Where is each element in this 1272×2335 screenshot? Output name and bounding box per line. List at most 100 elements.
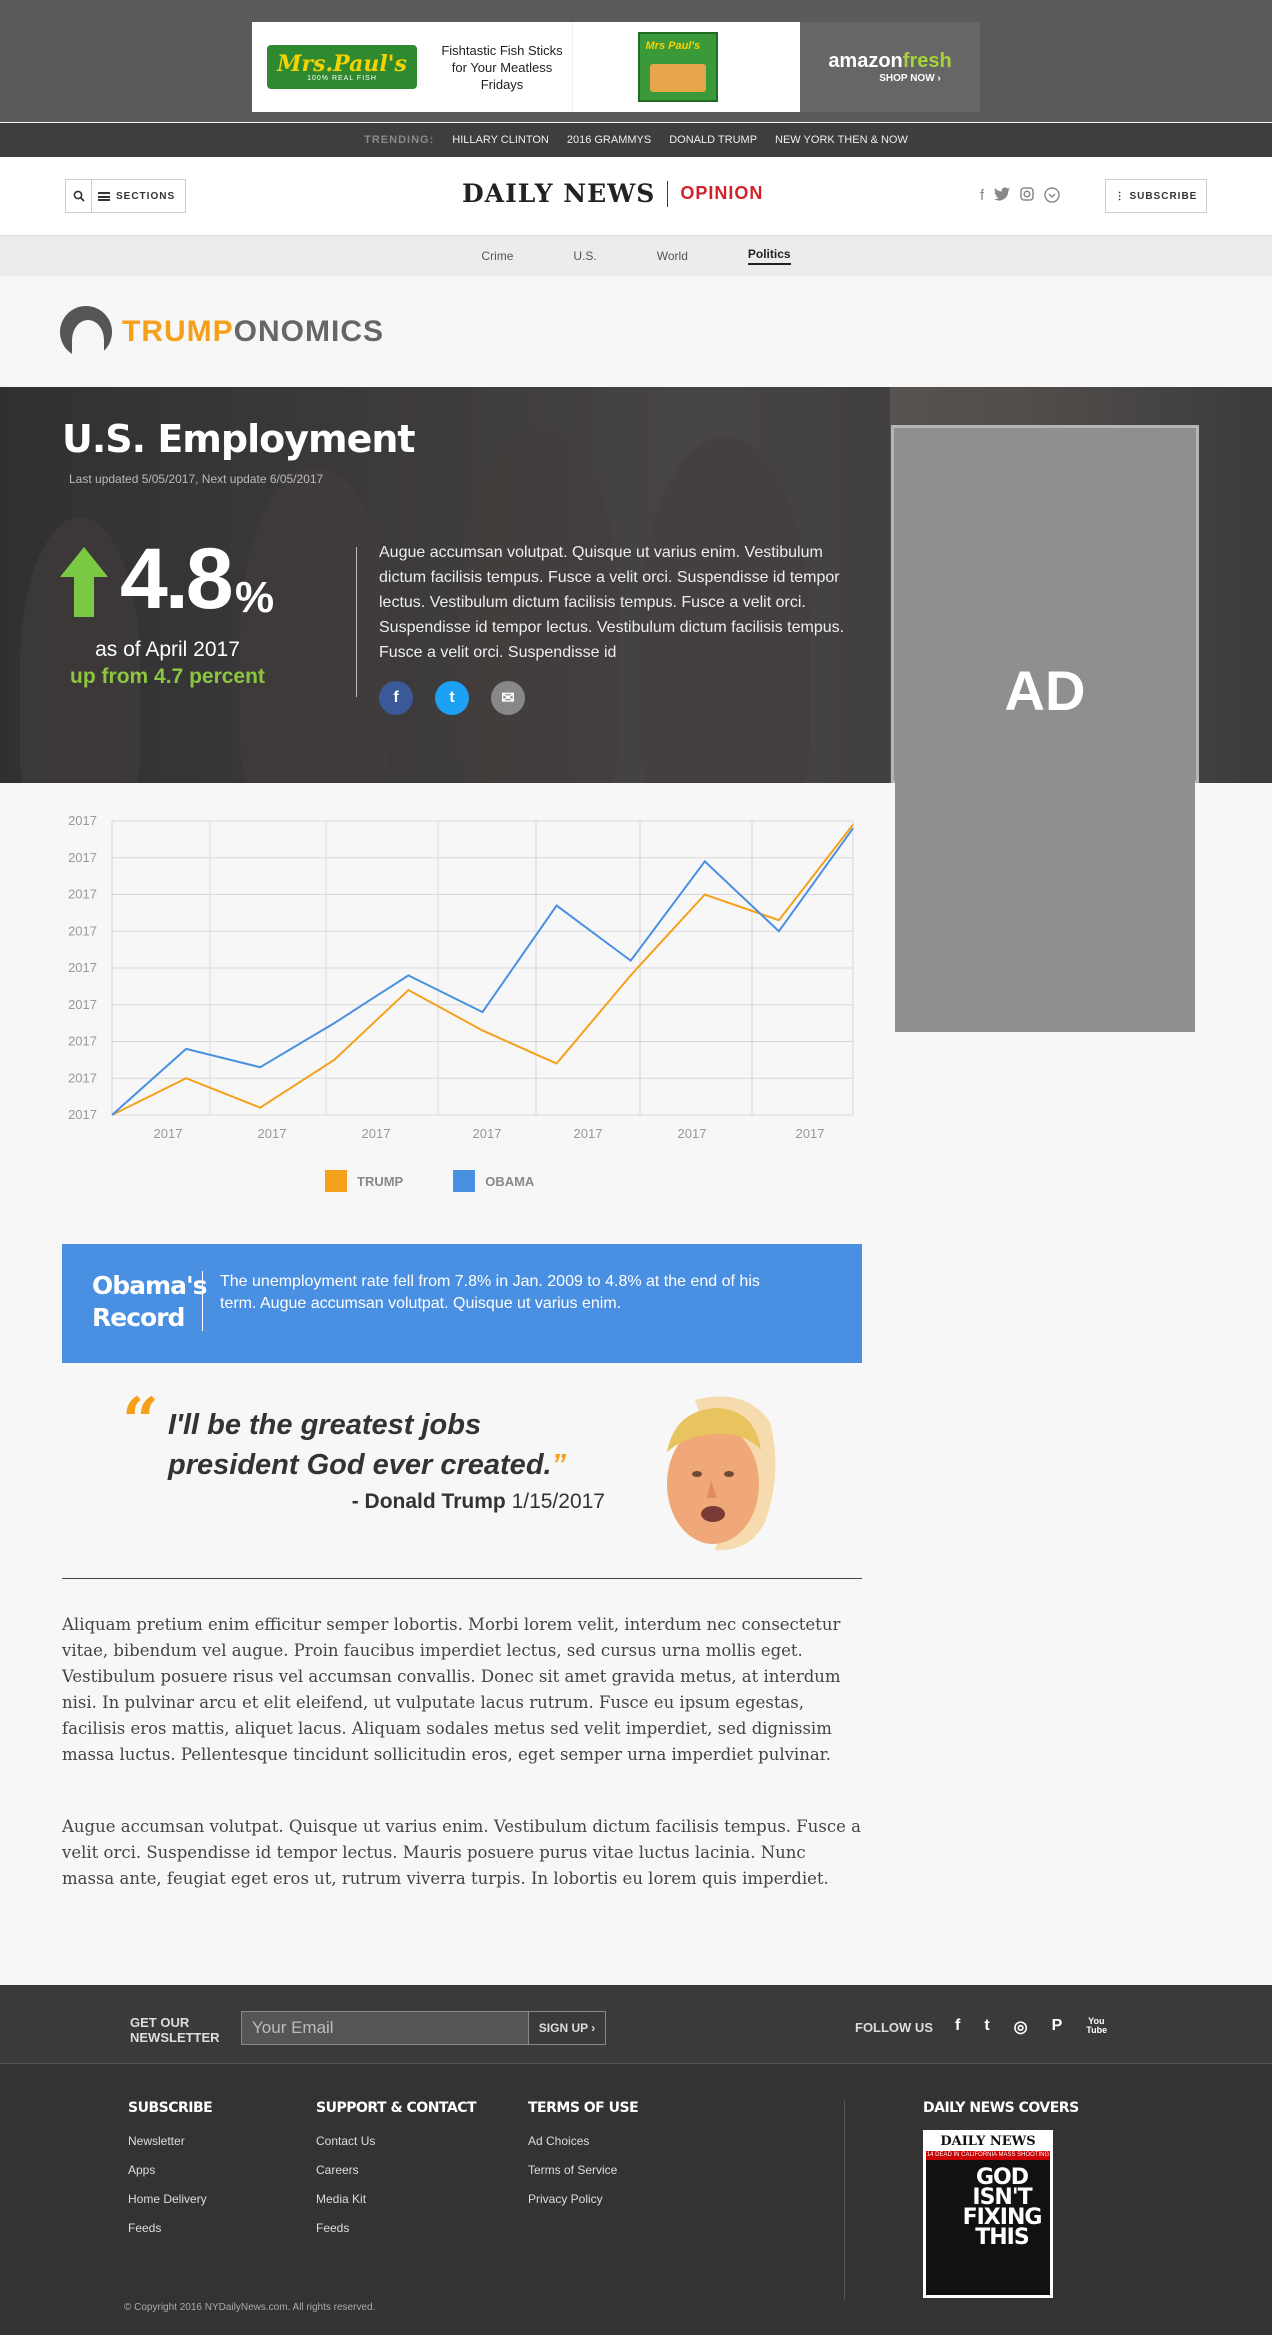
y-tick-label: 2017 — [68, 1034, 97, 1049]
footer-column-terms: TERMS OF USE Ad Choices Terms of Service… — [528, 2100, 639, 2221]
share-buttons: f t ✉ — [379, 681, 525, 715]
twitter-share-icon[interactable]: t — [435, 681, 469, 715]
quote-author: - Donald Trump — [351, 1490, 506, 1513]
nav-item-politics[interactable]: Politics — [747, 247, 791, 265]
subscribe-label: SUBSCRIBE — [1129, 190, 1198, 202]
facebook-icon[interactable]: f — [955, 2017, 960, 2037]
y-tick-label: 2017 — [68, 887, 97, 902]
footer-divider — [844, 2100, 845, 2300]
legend-swatch — [453, 1170, 476, 1192]
instagram-icon[interactable] — [1020, 187, 1034, 207]
legend-item[interactable]: OBAMA — [453, 1170, 534, 1192]
sections-button[interactable]: SECTIONS — [65, 179, 187, 213]
newsletter-label: GET OUR NEWSLETTER — [130, 2015, 220, 2045]
signup-button[interactable]: SIGN UP › — [528, 2011, 606, 2045]
footer-link[interactable]: Careers — [316, 2163, 476, 2177]
cover-headline: GOD ISN'T FIXING THIS — [962, 2165, 1043, 2250]
footer-link[interactable]: Terms of Service — [528, 2163, 638, 2177]
footer-column-subscribe: SUBSCRIBE Newsletter Apps Home Delivery … — [128, 2100, 213, 2250]
section-nav: Crime U.S. World Politics — [0, 236, 1272, 276]
chevron-down-icon[interactable] — [1044, 187, 1060, 207]
record-body: The unemployment rate fell from 7.8% in … — [220, 1273, 760, 1312]
ad-label: AD — [1004, 659, 1086, 722]
footer-link[interactable]: Privacy Policy — [528, 2192, 638, 2206]
subscribe-button[interactable]: ⋮ SUBSCRIBE — [1105, 179, 1207, 213]
youtube-icon[interactable]: You Tube — [1086, 2017, 1107, 2037]
ad-banner[interactable]: Mrs.Paul's 100% REAL FISH Fishtastic Fis… — [252, 22, 980, 112]
footer-link[interactable]: Contact Us — [316, 2134, 476, 2148]
employment-chart: 2017 2017 2017 2017 2017 2017 2017 2017 2017 2017… — [0, 800, 880, 1200]
menu-icon — [98, 191, 110, 201]
quote-open-mark: “ — [122, 1384, 159, 1459]
footer-link[interactable]: Home Delivery — [128, 2192, 212, 2206]
hero-unit: % — [235, 573, 275, 622]
site-logo[interactable]: DAILY NEWS OPINION — [462, 179, 763, 208]
footer-link[interactable]: Apps — [128, 2163, 212, 2177]
ad-amazon-panel[interactable]: amazonfresh SHOP NOW › — [800, 22, 980, 112]
section-title: OPINION — [680, 183, 764, 203]
ad-brand-sub: 100% REAL FISH — [307, 74, 377, 82]
facebook-share-icon[interactable]: f — [379, 681, 413, 715]
x-tick-label: 2017 — [473, 1126, 502, 1141]
daily-news-logo: DAILY NEWS — [462, 179, 656, 208]
footer-link[interactable]: Ad Choices — [528, 2134, 638, 2148]
obama-record-box: Obama's Record The unemployment rate fell… — [62, 1244, 862, 1363]
footer-link[interactable]: Feeds — [316, 2221, 476, 2235]
nav-item-us[interactable]: U.S. — [573, 249, 596, 263]
logo-divider — [667, 180, 669, 207]
footer: SUBSCRIBE Newsletter Apps Home Delivery … — [0, 2064, 1272, 2335]
series-line-obama — [111, 827, 854, 1116]
twitter-icon[interactable]: t — [984, 2017, 989, 2037]
trending-item[interactable]: NEW YORK THEN & NOW — [775, 134, 908, 146]
ad-brand-logo: Mrs.Paul's 100% REAL FISH — [252, 22, 432, 112]
trending-item[interactable]: DONALD TRUMP — [669, 134, 757, 146]
chart-legend: TRUMP OBAMA — [325, 1170, 534, 1192]
nav-item-crime[interactable]: Crime — [481, 249, 513, 263]
follow-label: FOLLOW US — [855, 2020, 933, 2035]
search-icon[interactable] — [66, 180, 92, 212]
ad-brand-name: Mrs.Paul's — [277, 50, 407, 77]
x-tick-label: 2017 — [362, 1126, 391, 1141]
x-tick-label: 2017 — [154, 1126, 183, 1141]
footer-link[interactable]: Media Kit — [316, 2192, 476, 2206]
twitter-icon[interactable] — [994, 187, 1011, 207]
x-tick-label: 2017 — [258, 1126, 287, 1141]
y-tick-label: 2017 — [68, 850, 97, 865]
y-tick-label: 2017 — [68, 997, 97, 1012]
pinterest-icon[interactable]: P — [1052, 2017, 1063, 2037]
instagram-icon[interactable]: ◎ — [1014, 2017, 1028, 2037]
section-divider — [62, 1578, 862, 1579]
nav-item-world[interactable]: World — [657, 249, 688, 263]
trumponomics-brand[interactable]: TRUMPONOMICS — [60, 306, 384, 360]
header-social: f — [980, 187, 1060, 207]
trending-item[interactable]: HILLARY CLINTON — [452, 134, 549, 146]
email-field[interactable]: Your Email — [241, 2011, 529, 2045]
x-tick-label: 2017 — [678, 1126, 707, 1141]
email-share-icon[interactable]: ✉ — [491, 681, 525, 715]
ad-product-image — [572, 22, 782, 112]
side-ad[interactable]: AD — [895, 428, 1195, 1032]
hero-updated: Last updated 5/05/2017, Next update 6/05… — [69, 472, 324, 486]
hero-as-of: as of April 2017 — [95, 638, 240, 661]
footer-heading: DAILY NEWS COVERS — [923, 2100, 1079, 2116]
footer-link[interactable]: Newsletter — [128, 2134, 212, 2148]
footer-heading: SUBSCRIBE — [128, 2100, 213, 2116]
record-title: Obama's Record — [92, 1270, 207, 1334]
y-tick-label: 2017 — [68, 960, 97, 975]
follow-icons: f t ◎ P You Tube — [955, 2017, 1107, 2037]
legend-item[interactable]: TRUMP — [325, 1170, 403, 1192]
article-paragraph: Augue accumsan volutpat. Quisque ut vari… — [62, 1817, 861, 1888]
footer-link[interactable]: Feeds — [128, 2221, 212, 2235]
trump-portrait — [667, 1396, 776, 1551]
sections-label: SECTIONS — [116, 190, 176, 202]
y-tick-label: 2017 — [68, 1070, 97, 1085]
site-header: SECTIONS DAILY NEWS OPINION f ⋮ SUBSCRIB… — [0, 157, 1272, 236]
chart-svg: 2017 2017 2017 2017 2017 2017 2017 2017 2017 2017… — [68, 813, 854, 1141]
y-tick-label: 2017 — [68, 813, 97, 828]
facebook-icon[interactable]: f — [980, 187, 984, 207]
daily-news-cover[interactable]: DAILY NEWS 14 DEAD IN CALIFORNIA MASS SH… — [923, 2130, 1053, 2298]
trending-item[interactable]: 2016 GRAMMYS — [567, 134, 651, 146]
ad-shop-now[interactable]: SHOP NOW › — [879, 73, 940, 84]
amazon-brand-b: fresh — [902, 50, 952, 72]
brand-part1: TRUMP — [122, 315, 234, 348]
